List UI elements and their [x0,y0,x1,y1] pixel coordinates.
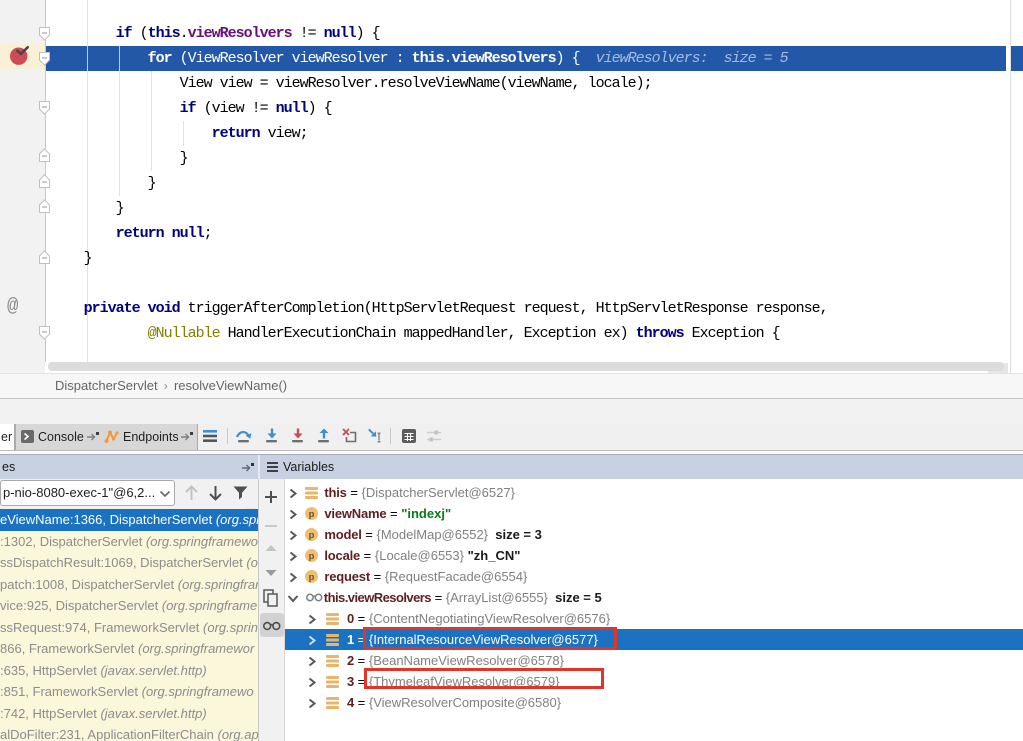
svg-text:p: p [309,571,315,582]
svg-text:p: p [309,550,315,561]
svg-text:p: p [309,508,315,519]
svg-text:p: p [309,529,315,540]
